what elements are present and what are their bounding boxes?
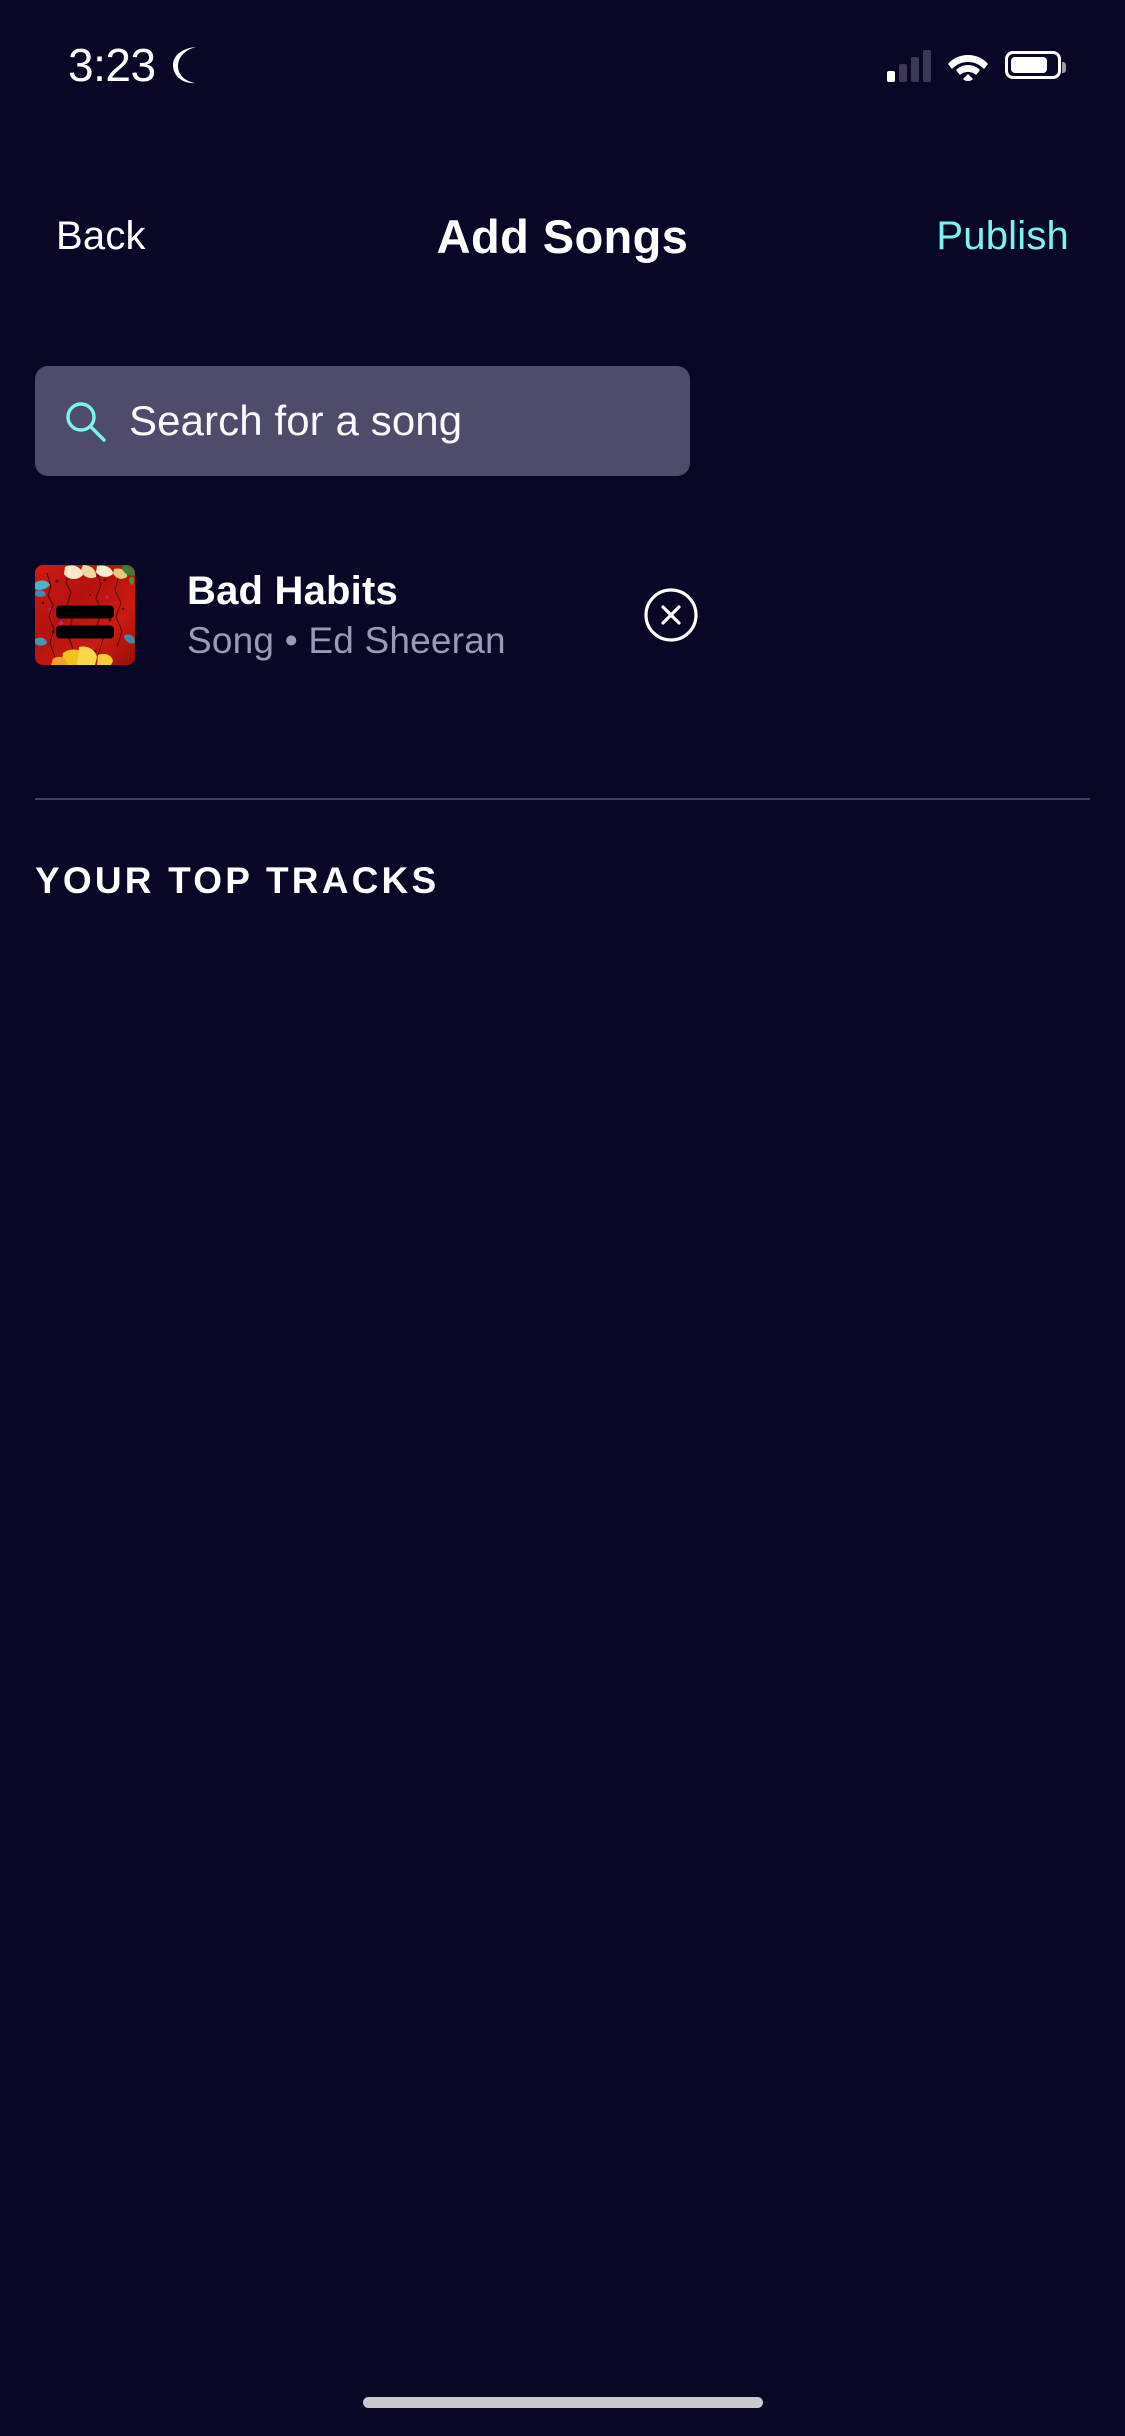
status-time: 3:23: [68, 39, 156, 91]
top-tracks-header: YOUR TOP TRACKS: [35, 860, 440, 901]
song-meta: Bad Habits Song • Ed Sheeran: [187, 570, 506, 661]
song-subtitle: Song • Ed Sheeran: [187, 619, 506, 661]
song-title: Bad Habits: [187, 568, 398, 613]
home-indicator[interactable]: [362, 2397, 763, 2408]
navigation-bar: Back Add Songs Publish: [0, 196, 1125, 276]
top-tracks-list[interactable]: [0, 930, 1125, 2330]
section-divider: [35, 798, 1090, 800]
search-input[interactable]: Search for a song: [35, 366, 690, 476]
remove-song-button[interactable]: [643, 587, 699, 643]
moon-icon: [170, 46, 204, 84]
search-placeholder: Search for a song: [129, 397, 463, 444]
selected-song-row[interactable]: Bad Habits Song • Ed Sheeran: [35, 545, 1090, 685]
wifi-icon: [947, 49, 989, 81]
cellular-signal-icon: [887, 48, 931, 82]
back-button[interactable]: Back: [56, 214, 146, 259]
publish-button[interactable]: Publish: [936, 214, 1069, 259]
search-icon: [63, 399, 107, 443]
status-bar: 3:23: [0, 0, 1125, 130]
status-bar-left: 3:23: [68, 42, 204, 88]
add-songs-screen: 3:23 Back Add Songs Publish Search for a…: [0, 0, 1125, 2436]
album-art: [35, 565, 135, 665]
status-bar-right: [887, 48, 1066, 82]
battery-icon: [1005, 51, 1066, 79]
